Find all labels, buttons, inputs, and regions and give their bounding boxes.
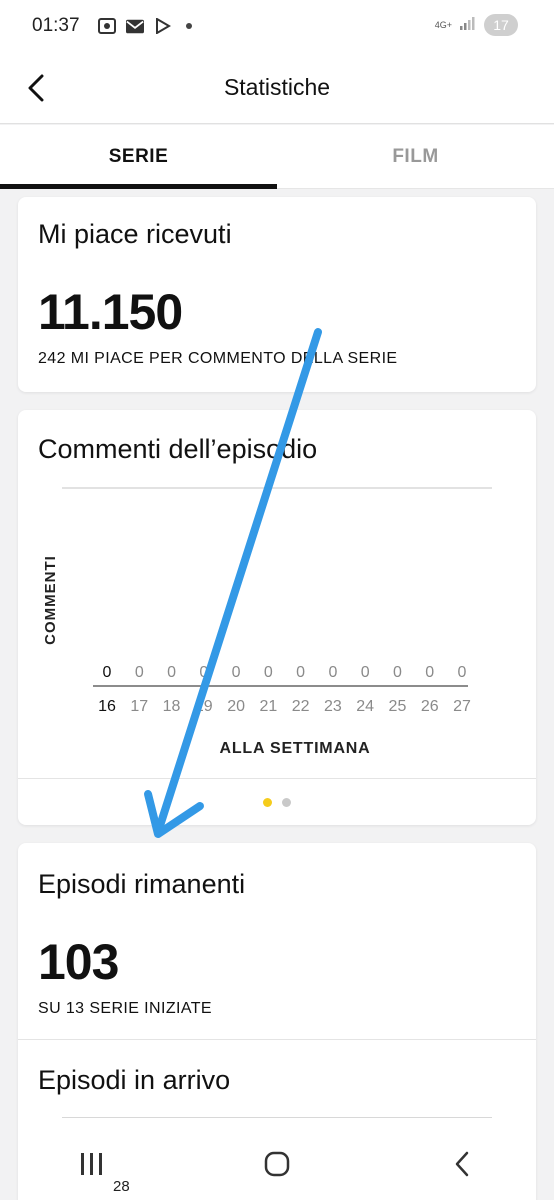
data-label: 0 (361, 664, 370, 681)
x-tick-label: 27 (453, 698, 471, 715)
card-divider (18, 778, 536, 779)
data-label: 0 (328, 664, 337, 681)
data-label: 0 (167, 664, 176, 681)
comments-title: Commenti dell’episodio (38, 434, 318, 464)
home-button[interactable] (247, 1144, 307, 1184)
back-nav-icon (455, 1151, 468, 1177)
x-tick-label: 26 (421, 698, 439, 715)
signal-icon (460, 14, 476, 36)
page-dot-active[interactable] (263, 798, 272, 807)
pagination-dots (18, 798, 536, 807)
x-tick-label: 23 (324, 698, 342, 715)
data-label: 0 (264, 664, 273, 681)
x-axis-label: ALLA SETTIMANA (219, 740, 370, 757)
page-title: Statistiche (223, 74, 331, 100)
x-tick-label: 25 (389, 698, 407, 715)
x-tick-label: 21 (259, 698, 277, 715)
x-tick-label: 18 (163, 698, 181, 715)
data-label: 0 (393, 664, 402, 681)
app-bar: Statistiche (0, 52, 554, 124)
mail-icon (125, 18, 144, 34)
x-tick-label: 19 (195, 698, 213, 715)
tab-bar: SERIE FILM (0, 125, 554, 189)
notification-dot-icon (185, 23, 192, 29)
back-button[interactable] (14, 66, 58, 110)
data-label: 0 (199, 664, 208, 681)
data-label: 0 (458, 664, 467, 681)
comments-card[interactable]: Commenti dell’episodio COMMENTI 0 16 0 17 0 18… (18, 410, 536, 825)
nav-sub-label: 28 (113, 1178, 130, 1195)
likes-value: 11.150 (38, 284, 183, 340)
home-icon (264, 1151, 290, 1177)
card-divider (18, 1039, 536, 1040)
tab-film[interactable]: FILM (277, 125, 554, 188)
data-label: 0 (103, 664, 112, 681)
chevron-left-icon (28, 74, 44, 102)
comments-chart: COMMENTI 0 16 0 17 0 18 0 19 0 20 0 21 0 22 0 23 0 24 0 25 0 2… (18, 480, 536, 780)
battery-indicator: 17 (484, 14, 518, 36)
likes-title: Mi piace ricevuti (38, 219, 232, 249)
data-label: 0 (296, 664, 305, 681)
x-tick-label: 24 (356, 698, 374, 715)
remaining-value: 103 (38, 934, 119, 990)
likes-card: Mi piace ricevuti 11.150 242 MI PIACE PE… (18, 197, 536, 392)
data-label: 0 (232, 664, 241, 681)
x-tick-label: 20 (227, 698, 245, 715)
data-label: 0 (135, 664, 144, 681)
data-label: 0 (425, 664, 434, 681)
x-tick-label: 22 (292, 698, 310, 715)
x-tick-label: 16 (98, 698, 116, 715)
upcoming-title: Episodi in arrivo (38, 1065, 231, 1095)
status-bar: 01:37 4G+ 17 (0, 0, 554, 52)
back-nav-button[interactable] (432, 1144, 492, 1184)
comments-chart-svg: COMMENTI 0 16 0 17 0 18 0 19 0 20 0 21 0 22 0 23 0 24 0 25 0 2… (42, 487, 492, 757)
likes-caption: 242 MI PIACE PER COMMENTO DELLA SERIE (38, 350, 398, 367)
play-store-icon (154, 18, 172, 34)
status-time: 01:37 (32, 15, 80, 36)
remaining-caption: SU 13 SERIE INIZIATE (38, 1000, 212, 1017)
recents-icon (81, 1153, 103, 1175)
y-axis-label: COMMENTI (42, 555, 59, 645)
x-tick-label: 17 (130, 698, 148, 715)
remaining-title: Episodi rimanenti (38, 869, 246, 899)
screenshot-icon (97, 18, 116, 34)
tab-serie[interactable]: SERIE (0, 125, 277, 189)
page-dot[interactable] (282, 798, 291, 807)
chart-gridline (62, 1117, 492, 1118)
system-nav-bar (0, 1130, 554, 1200)
network-type: 4G+ (434, 19, 452, 30)
